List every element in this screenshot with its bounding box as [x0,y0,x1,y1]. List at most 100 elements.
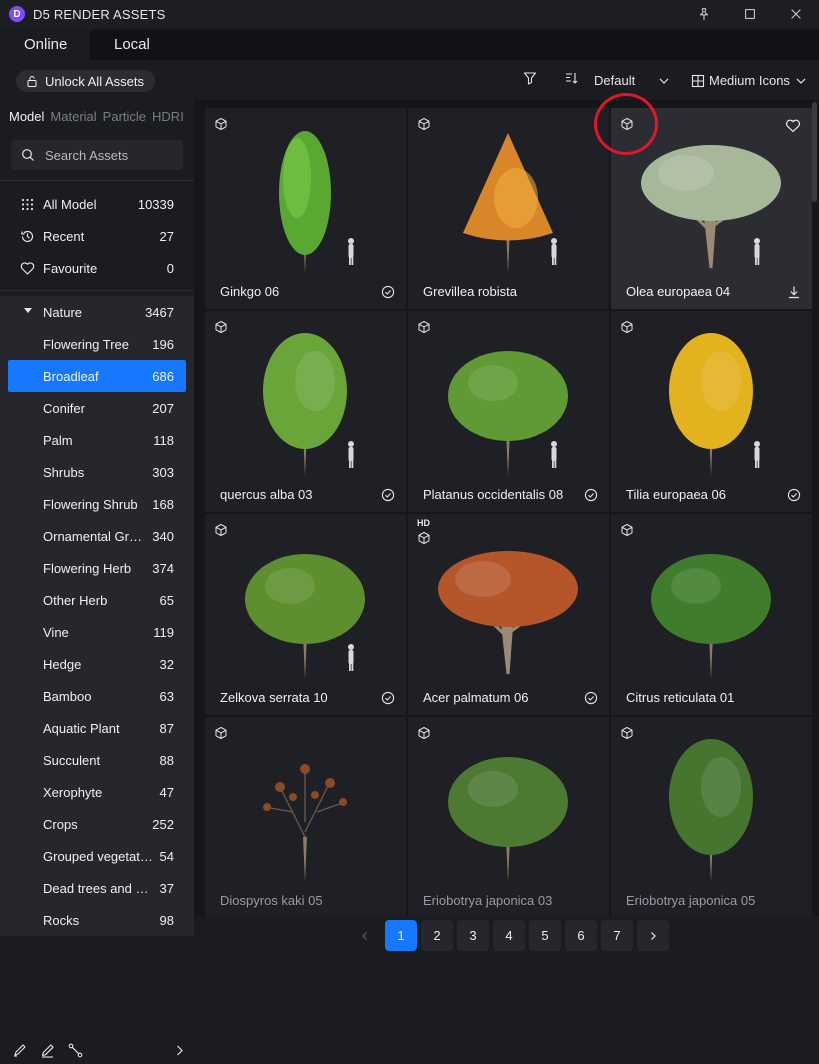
sidebar-item-vine[interactable]: Vine 119 [8,616,186,648]
model-cube-icon [417,531,431,545]
tab-hdri[interactable]: HDRI [152,109,184,124]
asset-card[interactable]: HD Acer palmatum 06 [408,514,609,715]
page-button[interactable]: 2 [421,920,453,951]
tab-particle[interactable]: Particle [103,109,146,124]
sidebar-item-broadleaf[interactable]: Broadleaf 686 [8,360,186,392]
sidebar-item-count: 196 [152,336,174,352]
asset-name: Zelkova serrata 10 [220,690,328,705]
asset-card[interactable]: Tilia europaea 06 [611,311,812,512]
path-icon[interactable] [68,1043,83,1061]
pin-icon[interactable] [681,0,727,28]
asset-card[interactable]: Eriobotrya japonica 03 [408,717,609,916]
all-model-item[interactable]: All Model 10339 [8,188,186,220]
sidebar-item-count: 374 [152,560,174,576]
sidebar-item-count: 252 [152,816,174,832]
favourite-heart-icon[interactable] [785,118,801,134]
asset-card[interactable]: Citrus reticulata 01 [611,514,812,715]
page-button[interactable]: 6 [565,920,597,951]
scroll-thumb[interactable] [812,102,817,202]
tab-local[interactable]: Local [90,30,196,60]
asset-card[interactable]: Zelkova serrata 10 [205,514,406,715]
sidebar-item-succulent[interactable]: Succulent 88 [8,744,186,776]
sidebar-item-shrubs[interactable]: Shrubs 303 [8,456,186,488]
sidebar-item-hedge[interactable]: Hedge 32 [8,648,186,680]
sidebar-item-count: 63 [159,688,174,704]
page-button[interactable]: 7 [601,920,633,951]
download-icon[interactable] [787,285,801,299]
unlock-label: Unlock All Assets [45,73,144,89]
category-tree: Nature 3467 Flowering Tree 196 Broadleaf 686 C… [0,296,194,936]
close-icon[interactable] [773,0,819,28]
model-cube-icon [214,117,228,131]
sidebar-item-conifer[interactable]: Conifer 207 [8,392,186,424]
brush-icon[interactable] [12,1043,27,1061]
tab-material[interactable]: Material [50,109,96,124]
model-cube-icon [214,523,228,537]
asset-name: Eriobotrya japonica 05 [626,893,756,908]
filter-icon[interactable] [523,71,537,85]
sidebar-item-bamboo[interactable]: Bamboo 63 [8,680,186,712]
favourite-item[interactable]: Favourite 0 [8,252,186,284]
sidebar-item-dead-trees-and-stumps[interactable]: Dead trees and stumps 37 [8,872,186,904]
asset-card[interactable]: Grevillea robista [408,108,609,309]
sidebar-item-crops[interactable]: Crops 252 [8,808,186,840]
sidebar-item-count: 54 [159,848,174,864]
bottom-tools [0,1036,194,1064]
sort-dropdown[interactable]: Default [594,73,671,88]
sidebar-item-palm[interactable]: Palm 118 [8,424,186,456]
sidebar-item-rocks[interactable]: Rocks 98 [8,904,186,936]
app-title: D5 RENDER ASSETS [33,6,166,22]
favourite-label: Favourite [43,260,98,276]
chevron-right-icon[interactable] [172,1043,187,1061]
tab-model[interactable]: Model [9,109,44,124]
page-button[interactable]: 5 [529,920,561,951]
model-cube-icon [620,726,634,740]
sidebar-item-flowering-herb[interactable]: Flowering Herb 374 [8,552,186,584]
asset-card[interactable]: Ginkgo 06 [205,108,406,309]
view-mode-dropdown[interactable]: Medium Icons [691,73,808,88]
pencil-icon[interactable] [40,1043,55,1061]
sidebar-item-flowering-tree[interactable]: Flowering Tree 196 [8,328,186,360]
asset-card[interactable]: Diospyros kaki 05 [205,717,406,916]
sidebar-item-ornamental-grass[interactable]: Ornamental Grass 340 [8,520,186,552]
sidebar-item-nature[interactable]: Nature 3467 [8,296,186,328]
sidebar-item-flowering-shrub[interactable]: Flowering Shrub 168 [8,488,186,520]
sidebar-item-grouped-vegetation[interactable]: Grouped vegetation 54 [8,840,186,872]
asset-card[interactable]: quercus alba 03 [205,311,406,512]
model-cube-icon [214,726,228,740]
unlock-all-assets-button[interactable]: Unlock All Assets [16,70,155,92]
sort-order-icon[interactable] [564,71,578,85]
sidebar-item-label: Vine [43,624,69,640]
page-button[interactable]: 3 [457,920,489,951]
sidebar-item-label: Succulent [43,752,101,768]
sidebar-item-other-herb[interactable]: Other Herb 65 [8,584,186,616]
sidebar-item-label: Grouped vegetation [43,848,154,864]
caret-down-icon[interactable] [24,308,32,313]
category-tabs: Model Material Particle HDRI [9,109,184,124]
recent-item[interactable]: Recent 27 [8,220,186,252]
page-button[interactable]: 4 [493,920,525,951]
tab-online[interactable]: Online [0,30,90,60]
sidebar-item-aquatic-plant[interactable]: Aquatic Plant 87 [8,712,186,744]
grid-scrollbar[interactable] [811,100,819,916]
next-page-button[interactable] [637,920,669,951]
pagination: 1234567 [194,916,819,964]
page-button[interactable]: 1 [385,920,417,951]
asset-card[interactable]: Platanus occidentalis 08 [408,311,609,512]
tree-thumbnail [279,131,354,273]
search-input[interactable] [43,146,177,164]
app-logo: D [9,6,25,22]
prev-page-button[interactable] [349,920,381,951]
model-cube-icon [417,726,431,740]
tree-thumbnail [263,764,347,882]
divider [0,180,194,181]
maximize-icon[interactable] [727,0,773,28]
divider [0,290,194,291]
downloaded-check-icon [381,691,395,705]
chevron-left-icon [362,931,367,940]
model-cube-icon [620,320,634,334]
sidebar-item-count: 686 [152,368,174,384]
asset-card[interactable]: Eriobotrya japonica 05 [611,717,812,916]
tree-thumbnail [438,551,578,675]
sidebar-item-xerophyte[interactable]: Xerophyte 47 [8,776,186,808]
